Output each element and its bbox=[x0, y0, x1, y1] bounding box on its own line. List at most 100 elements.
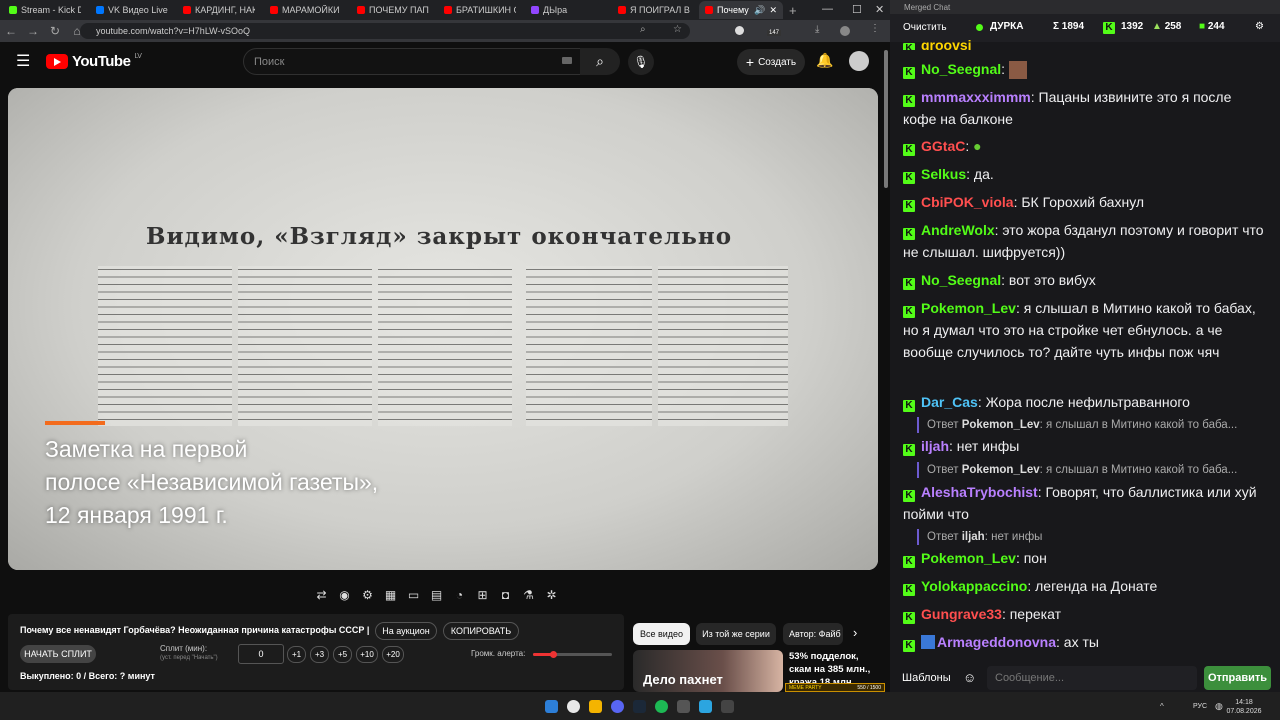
discord-icon[interactable] bbox=[611, 700, 624, 713]
badge-icon bbox=[921, 635, 935, 649]
clock[interactable]: 14:18 07.08.2026 bbox=[1226, 698, 1262, 716]
volume-slider[interactable] bbox=[533, 651, 612, 658]
browser-tab[interactable]: VK Видео Live — bbox=[90, 1, 174, 19]
search-lens-icon[interactable]: ⌕ bbox=[640, 24, 646, 35]
notifications-bell-icon[interactable]: 🔔 bbox=[816, 52, 833, 69]
speed-icon[interactable]: ⚙ bbox=[358, 586, 377, 604]
chat-message: K No_Seegnal: bbox=[903, 58, 1268, 80]
spotify-icon[interactable] bbox=[655, 700, 668, 713]
chat-settings-icon[interactable]: ⚙ bbox=[1255, 21, 1264, 32]
browser-tab[interactable]: ДЫра bbox=[525, 1, 609, 19]
increment-button[interactable]: +1 bbox=[287, 646, 306, 663]
flask-icon[interactable]: ⚗ bbox=[519, 586, 538, 604]
chat-message: K Armageddonovna: ах ты bbox=[903, 631, 1268, 653]
increment-button[interactable]: +3 bbox=[310, 646, 329, 663]
forward-icon[interactable]: → bbox=[22, 24, 44, 38]
hamburger-menu-icon[interactable]: ☰ bbox=[16, 51, 30, 71]
platform-viewers-a: ▲ 258 bbox=[1152, 21, 1182, 32]
kick-icon: K bbox=[1103, 22, 1115, 34]
network-icon[interactable]: ◍ bbox=[1215, 701, 1223, 712]
increment-button[interactable]: +5 bbox=[333, 646, 352, 663]
add-box-icon[interactable]: ⊞ bbox=[473, 586, 492, 604]
clear-chat-button[interactable]: Очистить bbox=[903, 22, 947, 33]
repeat-icon[interactable]: ⇄ bbox=[312, 586, 331, 604]
browser-tab[interactable]: КАРДИНГ, НАКРУ bbox=[177, 1, 261, 19]
camera-icon[interactable]: ◘ bbox=[496, 586, 515, 604]
app-icon[interactable] bbox=[721, 700, 734, 713]
page-scrollbar[interactable] bbox=[884, 50, 888, 188]
split-minutes-input[interactable]: 0 bbox=[238, 644, 284, 664]
address-bar[interactable]: youtube.com/watch?v=H7hLW-vSOoQ bbox=[80, 23, 690, 39]
kick-icon: K bbox=[903, 67, 915, 79]
chat-reply-quote: Ответ Pokemon_Lev: я слышал в Митино как… bbox=[917, 417, 1267, 433]
merged-chat: Merged Chat Очистить ДУРКА Σ 1894 K 1392 … bbox=[890, 0, 1280, 692]
maximize-icon[interactable]: ☐ bbox=[852, 3, 862, 16]
kick-icon: K bbox=[903, 640, 915, 652]
film-icon[interactable]: ▤ bbox=[427, 586, 446, 604]
browser-tab[interactable]: Stream - Kick Dash bbox=[3, 1, 87, 19]
search-button[interactable]: ⌕ bbox=[580, 48, 620, 75]
gauge-icon[interactable]: ◔ bbox=[450, 586, 469, 604]
chip-same-series[interactable]: Из той же серии bbox=[696, 623, 776, 645]
tab-favicon-icon bbox=[444, 6, 452, 14]
youtube-play-icon bbox=[46, 54, 68, 69]
auction-button[interactable]: На аукцион bbox=[375, 622, 437, 640]
create-button[interactable]: + Создать bbox=[737, 49, 805, 75]
youtube-page: ☰ YouTube LV Поиск ⌕ 🎙 + Создать 🔔 Видимо… bbox=[0, 42, 890, 701]
kick-icon: K bbox=[903, 490, 915, 502]
telegram-icon[interactable] bbox=[699, 700, 712, 713]
language-indicator[interactable]: РУС bbox=[1193, 703, 1207, 710]
voice-search-button[interactable]: 🎙 bbox=[628, 49, 654, 75]
keyboard-icon[interactable] bbox=[562, 57, 572, 64]
download-icon[interactable]: ⤓ bbox=[815, 24, 819, 35]
obs-icon[interactable] bbox=[677, 700, 690, 713]
chat-window-titlebar: Merged Chat bbox=[890, 0, 1280, 14]
broadcast-icon[interactable]: ◉ bbox=[335, 586, 354, 604]
start-menu-icon[interactable] bbox=[545, 700, 558, 713]
account-avatar[interactable] bbox=[849, 51, 869, 71]
tray-chevron-icon[interactable]: ^ bbox=[1160, 702, 1164, 711]
browser-tab[interactable]: МАРАМОЙКИ У bbox=[264, 1, 348, 19]
increment-button[interactable]: +20 bbox=[382, 646, 404, 663]
reload-icon[interactable]: ↻ bbox=[44, 24, 66, 38]
chat-message-input[interactable]: Сообщение... bbox=[987, 666, 1197, 690]
extension-icon[interactable] bbox=[735, 26, 744, 35]
browser-tab-active[interactable]: Почему все не🔊✕ bbox=[699, 1, 783, 19]
tab-favicon-icon bbox=[618, 6, 626, 14]
bookmark-star-icon[interactable]: ☆ bbox=[673, 24, 682, 35]
close-tab-icon[interactable]: ✕ bbox=[769, 5, 777, 16]
send-button[interactable]: Отправить bbox=[1204, 666, 1271, 690]
new-tab-button[interactable]: + bbox=[789, 3, 797, 18]
chevron-right-icon[interactable]: › bbox=[853, 625, 857, 640]
close-window-icon[interactable]: ✕ bbox=[875, 3, 884, 16]
steam-icon[interactable] bbox=[633, 700, 646, 713]
kick-icon: K bbox=[903, 200, 915, 212]
back-icon[interactable]: ← bbox=[0, 24, 22, 38]
chip-author[interactable]: Автор: Файб bbox=[783, 623, 843, 645]
profile-avatar[interactable] bbox=[840, 26, 850, 36]
kick-icon: K bbox=[903, 556, 915, 568]
search-input[interactable]: Поиск bbox=[243, 48, 616, 75]
menu-icon[interactable]: ⋮ bbox=[870, 23, 880, 34]
minimize-icon[interactable]: — bbox=[822, 3, 833, 15]
emoji-icon[interactable]: ☺ bbox=[963, 670, 976, 685]
explorer-icon[interactable] bbox=[589, 700, 602, 713]
chip-all-videos[interactable]: Все видео bbox=[633, 623, 690, 645]
tab-favicon-icon bbox=[705, 6, 713, 14]
rec-thumbnail[interactable]: Дело пахнет bbox=[633, 650, 783, 692]
browser-tab[interactable]: Я ПОИГРАЛ В W bbox=[612, 1, 696, 19]
video-player[interactable]: Видимо, «Взгляд» закрыт окончательно Зам… bbox=[8, 88, 878, 570]
browser-tab[interactable]: БРАТИШКИН СО bbox=[438, 1, 522, 19]
chrome-icon[interactable] bbox=[567, 700, 580, 713]
browser-tab[interactable]: ПОЧЕМУ ПАПА bbox=[351, 1, 435, 19]
clapper-icon[interactable]: ▦ bbox=[381, 586, 400, 604]
start-split-button[interactable]: НАЧАТЬ СПЛИТ bbox=[20, 645, 96, 663]
volume-knob[interactable] bbox=[549, 651, 557, 658]
gear-icon[interactable]: ✲ bbox=[542, 586, 561, 604]
copy-button[interactable]: КОПИРОВАТЬ bbox=[443, 622, 519, 640]
screen-icon[interactable]: ▭ bbox=[404, 586, 423, 604]
chat-message: K No_Seegnal: вот это вибух bbox=[903, 269, 1268, 291]
youtube-logo[interactable]: YouTube LV bbox=[46, 53, 142, 70]
templates-button[interactable]: Шаблоны bbox=[902, 672, 951, 684]
increment-button[interactable]: +10 bbox=[356, 646, 378, 663]
